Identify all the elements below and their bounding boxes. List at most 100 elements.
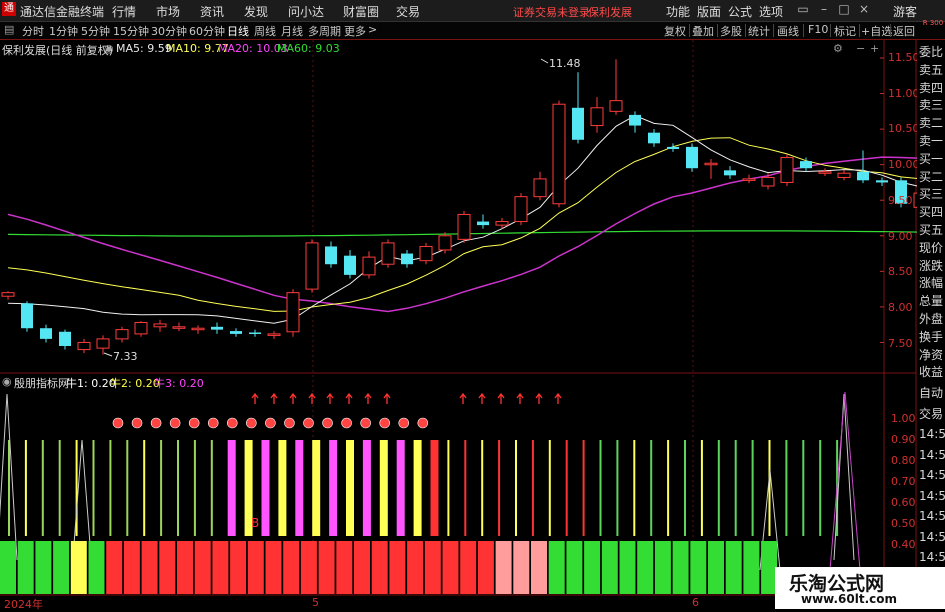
tab-period-5min[interactable]: 5分钟 — [81, 23, 110, 39]
candle-body — [780, 157, 794, 183]
candle-body — [686, 146, 698, 169]
btn-draw[interactable]: 画线 — [777, 23, 799, 39]
quote-label: 卖一 — [919, 134, 944, 148]
signal-block — [336, 541, 353, 594]
up-arrow — [308, 392, 316, 404]
close-icon[interactable]: × — [858, 3, 870, 15]
login-notice[interactable]: 证券交易未登录 — [513, 4, 590, 20]
candle-body — [495, 221, 509, 226]
up-arrow — [383, 392, 391, 404]
minimize-icon[interactable]: – — [818, 3, 830, 15]
app-logo-icon: 通 — [2, 2, 16, 16]
candle-body — [305, 242, 319, 290]
toolbar-menu-icon[interactable]: ▤ — [4, 23, 14, 36]
menu-function[interactable]: 功能 — [666, 3, 690, 20]
btn-mark[interactable]: 标记 — [834, 23, 856, 39]
plus-icon[interactable]: + — [870, 42, 879, 55]
indicator-bar — [261, 440, 270, 536]
toolbar-separator — [745, 24, 746, 37]
menu-discover[interactable]: 发现 — [244, 3, 268, 20]
y-tick-label: 10.50 — [888, 122, 920, 135]
signal-block — [212, 541, 229, 594]
btn-back[interactable]: 返回 — [893, 23, 915, 39]
restore-icon[interactable]: ▭ — [797, 3, 809, 15]
indicator-bar — [312, 440, 321, 536]
btn-add-favorite[interactable]: +自选 — [861, 23, 892, 39]
signal-block — [690, 541, 707, 594]
menu-options[interactable]: 选项 — [759, 3, 783, 20]
chart-menu-icon[interactable]: ◉ — [104, 42, 114, 55]
indicator-bar — [684, 440, 686, 536]
tab-period-60min[interactable]: 60分钟 — [189, 23, 225, 39]
signal-block — [177, 541, 193, 594]
maximize-icon[interactable]: □ — [838, 3, 850, 15]
settings-gear-icon[interactable]: ⚙ — [833, 42, 843, 55]
candle-body — [876, 180, 888, 183]
menu-trade[interactable]: 交易 — [396, 3, 420, 20]
auto-trade-label[interactable]: 交易 — [919, 406, 943, 423]
corner-badge: R 300 — [922, 19, 944, 27]
candle-body — [211, 326, 223, 330]
period-toolbar: ▤ 分时 1分钟 5分钟 15分钟 30分钟 60分钟 日线 周线 月线 多周期… — [0, 19, 945, 40]
btn-multi-stock[interactable]: 多股 — [720, 23, 742, 39]
btn-f10[interactable]: F10 — [808, 23, 828, 36]
tab-period-daily[interactable]: 日线 — [227, 23, 249, 39]
tab-period-weekly[interactable]: 周线 — [254, 23, 276, 39]
indicator-bar — [329, 440, 338, 536]
candle-body — [572, 107, 584, 140]
tab-period-multi[interactable]: 多周期 — [308, 23, 341, 39]
ma5-label: MA5: 9.59 — [116, 42, 172, 55]
up-arrow — [345, 392, 353, 404]
tab-period-monthly[interactable]: 月线 — [281, 23, 303, 39]
signal-ball — [131, 417, 143, 429]
signal-ball — [246, 417, 257, 429]
menu-layout[interactable]: 版面 — [697, 3, 721, 20]
btn-statistics[interactable]: 统计 — [748, 23, 770, 39]
tab-period-15min[interactable]: 15分钟 — [113, 23, 149, 39]
up-arrow — [459, 392, 467, 404]
tab-period-1min[interactable]: 1分钟 — [49, 23, 78, 39]
low-price-label: 7.33 — [113, 350, 138, 363]
tab-period-30min[interactable]: 30分钟 — [151, 23, 187, 39]
btn-adjust[interactable]: 复权 — [664, 23, 686, 39]
chevron-right-icon[interactable]: > — [368, 23, 377, 36]
signal-block — [584, 541, 601, 594]
up-arrow — [364, 392, 372, 404]
signal-block — [477, 541, 494, 594]
btn-overlay[interactable]: 叠加 — [692, 23, 714, 39]
quote-label: 买一 — [919, 151, 944, 166]
indicator-bar — [785, 440, 788, 536]
candle-body — [96, 338, 110, 349]
toolbar-separator — [773, 24, 774, 37]
indicator-bar — [210, 440, 213, 536]
tab-period-more[interactable]: 更多 — [344, 23, 366, 39]
candle-body — [724, 170, 736, 176]
menu-markets[interactable]: 市场 — [156, 3, 180, 20]
menu-market[interactable]: 行情 — [112, 3, 136, 20]
menu-ask[interactable]: 问小达 — [288, 3, 324, 20]
main-chart-title: 保利发展(日线 前复权) — [2, 44, 114, 57]
minus-icon[interactable]: − — [856, 42, 865, 55]
menu-formula[interactable]: 公式 — [728, 3, 752, 20]
signal-block — [460, 541, 477, 594]
kline-chart[interactable] — [0, 40, 945, 609]
user-label[interactable]: 游客 — [893, 3, 917, 20]
indicator-bar — [650, 440, 653, 536]
candle-body — [667, 146, 679, 150]
indicator-menu-icon[interactable]: ◉ — [2, 375, 12, 388]
signal-block — [601, 541, 618, 594]
tick-time: 14:56 — [919, 529, 945, 544]
candle-body — [40, 328, 52, 339]
indicator-bar — [717, 440, 720, 536]
candle-body — [172, 326, 186, 329]
candle-body — [362, 256, 376, 276]
auto-trade-label[interactable]: 自动 — [919, 385, 943, 402]
indicator-bar — [548, 440, 551, 536]
menu-news[interactable]: 资讯 — [200, 3, 224, 20]
signal-ball — [322, 417, 333, 429]
indicator-value-1: 牛1: 0.20 — [66, 377, 116, 390]
candle-body — [648, 132, 660, 144]
candle-body — [818, 171, 832, 174]
menu-wealth[interactable]: 财富圈 — [343, 3, 379, 20]
tab-period-intraday[interactable]: 分时 — [22, 23, 44, 39]
